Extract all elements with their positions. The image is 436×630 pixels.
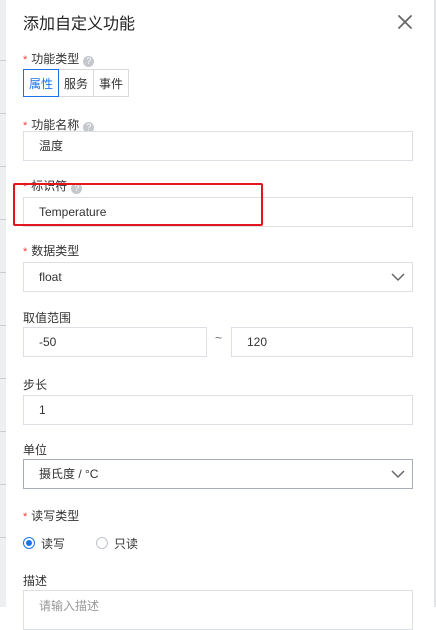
required-asterisk: * <box>23 511 28 523</box>
unit-select[interactable]: 摄氏度 / °C <box>23 459 413 489</box>
type-option-event[interactable]: 事件 <box>93 69 130 97</box>
radio-unchecked-icon <box>96 537 108 549</box>
step-label: 步长 <box>23 378 48 392</box>
question-circle-icon[interactable]: ? <box>83 56 95 67</box>
step-input[interactable]: 1 <box>23 395 413 425</box>
data-type-value: float <box>39 270 62 284</box>
rw-type-label: * 读写类型 <box>23 509 80 523</box>
radio-checked-icon <box>23 537 35 549</box>
function-name-input[interactable]: 温度 <box>23 131 413 161</box>
data-type-label: * 数据类型 <box>23 244 80 258</box>
type-option-service[interactable]: 服务 <box>58 69 95 97</box>
required-asterisk: * <box>23 246 28 258</box>
data-type-select[interactable]: float <box>23 262 413 292</box>
description-textarea[interactable]: 请输入描述 <box>23 590 413 630</box>
dialog-title: 添加自定义功能 <box>23 16 136 33</box>
radio-read-write[interactable]: 读写 <box>23 536 66 551</box>
range-min-input[interactable]: -50 <box>23 327 207 357</box>
close-icon[interactable] <box>396 13 414 31</box>
radio-read-write-label: 读写 <box>41 536 66 551</box>
range-separator: ~ <box>215 331 223 345</box>
annotation-highlight-box <box>13 183 263 226</box>
unit-label: 单位 <box>23 443 48 457</box>
value-range-label: 取值范围 <box>23 311 72 325</box>
type-option-property[interactable]: 属性 <box>23 69 60 97</box>
function-type-segmented: 属性 服务 事件 <box>23 69 130 97</box>
unit-value: 摄氏度 / °C <box>39 467 99 481</box>
function-type-label: * 功能类型? <box>23 50 95 67</box>
background-page-edge <box>0 0 6 607</box>
chevron-down-icon <box>391 470 405 479</box>
description-label: 描述 <box>23 574 48 588</box>
required-asterisk: * <box>23 54 28 66</box>
radio-read-only[interactable]: 只读 <box>96 536 139 551</box>
range-max-input[interactable]: 120 <box>231 327 413 357</box>
chevron-down-icon <box>391 273 405 282</box>
radio-read-only-label: 只读 <box>114 536 139 551</box>
